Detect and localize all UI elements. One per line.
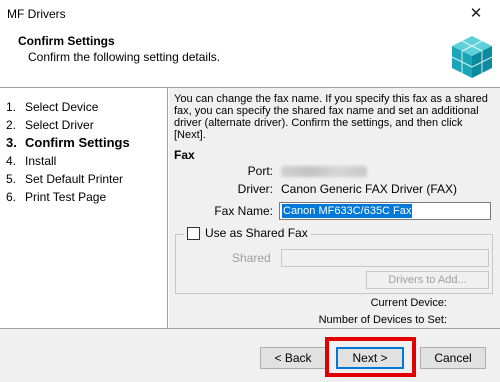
devices-to-set-label: Number of Devices to Set: xyxy=(318,314,447,326)
window-title: MF Drivers xyxy=(7,7,66,21)
drivers-to-add-button[interactable]: Drivers to Add... xyxy=(366,271,489,289)
instructions-text: You can change the fax name. If you spec… xyxy=(174,93,488,141)
cancel-button[interactable]: Cancel xyxy=(420,347,486,369)
wizard-header: Confirm Settings Confirm the following s… xyxy=(0,28,500,88)
shared-fax-group: Use as Shared Fax Shared Drivers to Add.… xyxy=(175,226,493,294)
fax-section-title: Fax xyxy=(174,148,195,162)
port-label: Port: xyxy=(247,164,273,178)
step-item: 6. Print Test Page xyxy=(6,190,107,204)
steps-list: 1. Select Device 2. Select Driver 3. Confir… xyxy=(6,98,130,206)
driver-value: Canon Generic FAX Driver (FAX) xyxy=(281,182,458,196)
step-item: 1. Select Device xyxy=(6,100,99,114)
shared-fax-checkbox[interactable] xyxy=(187,226,200,240)
fax-name-label: Fax Name: xyxy=(214,204,273,218)
canon-cube-logo-icon xyxy=(451,36,493,78)
steps-panel: 1. Select Device 2. Select Driver 3. Confir… xyxy=(0,88,168,328)
port-value-redacted xyxy=(281,164,367,178)
driver-label: Driver: xyxy=(237,182,273,196)
wizard-footer: < Back Next > Cancel xyxy=(0,328,500,382)
step-item: 2. Select Driver xyxy=(6,118,94,132)
close-icon[interactable]: ✕ xyxy=(456,1,496,27)
step-item: 5. Set Default Printer xyxy=(6,172,124,186)
shared-fax-toggle[interactable]: Use as Shared Fax xyxy=(184,226,311,240)
fax-name-selected-text: Canon MF633C/635C Fax xyxy=(282,204,413,218)
fax-name-input[interactable]: Canon MF633C/635C Fax xyxy=(279,202,491,220)
shared-name-label: Shared xyxy=(232,251,271,265)
shared-name-input[interactable] xyxy=(281,249,489,267)
step-item-current: 3. Confirm Settings xyxy=(6,135,130,150)
current-device-label: Current Device: xyxy=(370,297,447,309)
shared-fax-checkbox-label: Use as Shared Fax xyxy=(205,226,308,240)
settings-panel: You can change the fax name. If you spec… xyxy=(169,88,500,328)
next-button[interactable]: Next > xyxy=(336,347,404,369)
step-item: 4. Install xyxy=(6,154,57,168)
title-bar: MF Drivers ✕ xyxy=(0,0,500,28)
page-title: Confirm Settings xyxy=(18,34,115,48)
back-button[interactable]: < Back xyxy=(260,347,326,369)
page-subtitle: Confirm the following setting details. xyxy=(28,50,221,64)
